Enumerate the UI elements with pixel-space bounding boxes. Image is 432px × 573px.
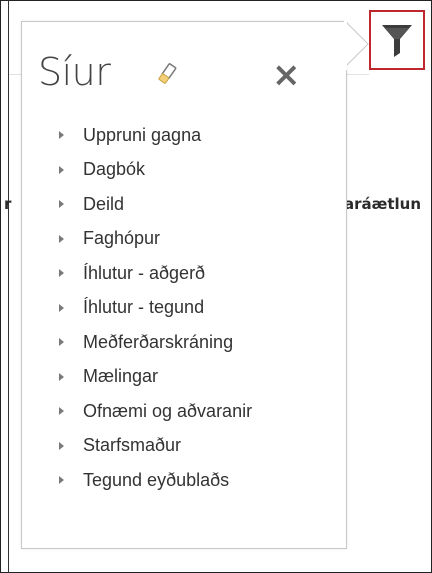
filter-item-label: Íhlutur - aðgerð xyxy=(83,262,206,283)
left-edge-line xyxy=(8,0,9,573)
background-text-right: aráætlun xyxy=(344,195,422,213)
filter-item-deild[interactable]: Deild xyxy=(59,187,252,222)
expand-arrow-icon xyxy=(59,165,64,174)
expand-arrow-icon xyxy=(59,338,64,347)
filter-item-faghopur[interactable]: Faghópur xyxy=(59,222,252,257)
filter-item-maelingar[interactable]: Mælingar xyxy=(59,360,252,395)
filter-item-dagbok[interactable]: Dagbók xyxy=(59,153,252,188)
filter-item-starfsmadur[interactable]: Starfsmaður xyxy=(59,429,252,464)
filter-item-label: Uppruni gagna xyxy=(83,124,202,145)
filter-item-label: Íhlutur - tegund xyxy=(83,297,205,318)
expand-arrow-icon xyxy=(59,234,64,243)
filter-item-tegund-eydublads[interactable]: Tegund eyðublaðs xyxy=(59,463,252,498)
expand-arrow-icon xyxy=(59,441,64,450)
expand-arrow-icon xyxy=(59,269,64,278)
panel-title: Síur xyxy=(38,50,111,94)
filter-item-label: Starfsmaður xyxy=(83,435,182,456)
expand-arrow-icon xyxy=(59,407,64,416)
expand-arrow-icon xyxy=(59,303,64,312)
panel-pointer xyxy=(344,20,369,70)
filter-item-uppruni-gagna[interactable]: Uppruni gagna xyxy=(59,118,252,153)
expand-arrow-icon xyxy=(59,476,64,485)
filter-button[interactable] xyxy=(369,10,425,70)
filter-item-ihlutur-tegund[interactable]: Íhlutur - tegund xyxy=(59,291,252,326)
filter-item-label: Faghópur xyxy=(83,228,161,249)
filter-item-label: Meðferðarskráning xyxy=(83,331,234,352)
filter-item-label: Ofnæmi og aðvaranir xyxy=(83,400,253,421)
filter-item-label: Deild xyxy=(83,193,125,214)
background-text-left: r xyxy=(4,195,12,213)
filter-item-ihlutur-adgerd[interactable]: Íhlutur - aðgerð xyxy=(59,256,252,291)
filter-item-label: Dagbók xyxy=(83,159,146,180)
filter-item-label: Tegund eyðublaðs xyxy=(83,469,230,490)
expand-arrow-icon xyxy=(59,372,64,381)
expand-arrow-icon xyxy=(59,131,64,140)
filter-item-medferdarskraning[interactable]: Meðferðarskráning xyxy=(59,325,252,360)
filter-item-label: Mælingar xyxy=(83,366,159,387)
close-icon[interactable]: × xyxy=(272,58,301,92)
expand-arrow-icon xyxy=(59,200,64,209)
filter-list: Uppruni gagna Dagbók Deild Faghópur Íhlu… xyxy=(59,118,252,498)
funnel-icon xyxy=(382,25,412,57)
eraser-icon[interactable] xyxy=(156,63,178,85)
filter-item-ofnaemi-og-advaranir[interactable]: Ofnæmi og aðvaranir xyxy=(59,394,252,429)
